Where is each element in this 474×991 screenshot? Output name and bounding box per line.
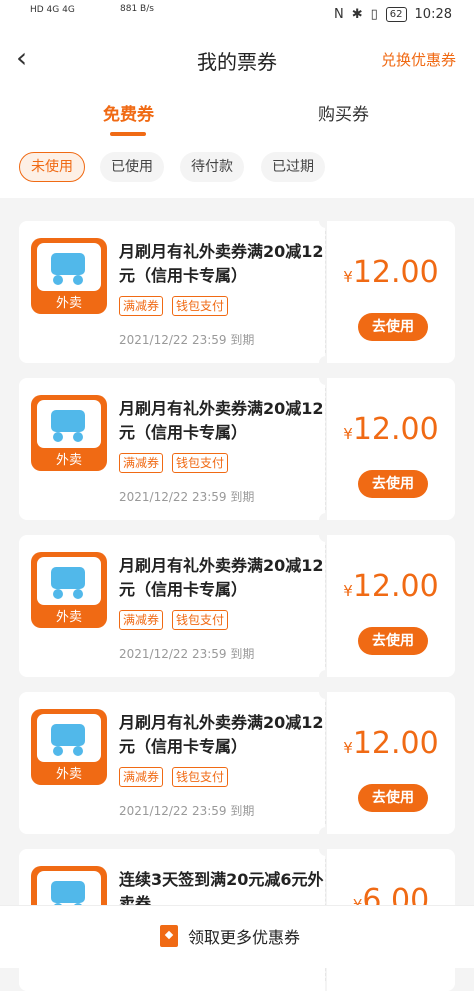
coupon-card[interactable]: 外卖 月刷月有礼外卖券满20减12元（信用卡专属） 满减券 钱包支付 2021/… — [19, 371, 455, 527]
nfc-icon: N — [334, 7, 344, 22]
filter-pending-payment[interactable]: 待付款 — [180, 152, 244, 182]
scooter-icon — [37, 557, 101, 605]
logo-label: 外卖 — [55, 453, 82, 468]
coupon-expiry: 2021/12/22 23:59 到期 — [119, 647, 255, 661]
logo-label: 外卖 — [55, 767, 82, 782]
scooter-icon — [37, 400, 101, 448]
coupon-title: 月刷月有礼外卖券满20减12元（信用卡专属） — [119, 399, 324, 442]
use-coupon-button[interactable]: 去使用 — [358, 313, 428, 341]
ticket-divider — [325, 231, 326, 353]
takeout-logo-icon: 外卖 — [31, 238, 107, 314]
coupon-amount: ¥12.00 — [327, 412, 455, 447]
vibrate-icon: ▯ — [370, 7, 378, 22]
coupon-card[interactable]: 外卖 月刷月有礼外卖券满20减12元（信用卡专属） 满减券 钱包支付 2021/… — [19, 685, 455, 841]
amount-value: 12.00 — [352, 726, 439, 761]
coupon-expiry: 2021/12/22 23:59 到期 — [119, 333, 255, 347]
amount-value: 12.00 — [352, 569, 439, 604]
top-nav-bar: ‹ 我的票券 兑换优惠券 — [0, 32, 474, 90]
scooter-body — [51, 724, 85, 746]
get-more-coupons-button[interactable]: 领取更多优惠券 — [160, 924, 300, 948]
active-tab-indicator — [110, 132, 146, 136]
scooter-body — [51, 567, 85, 589]
coupon-tag: 满减券 — [119, 767, 164, 787]
filter-unused[interactable]: 未使用 — [19, 152, 85, 182]
signal-indicators: HD 4G 4G — [30, 5, 75, 15]
ticket-divider — [325, 545, 326, 667]
network-speed: 881 B/s — [120, 4, 154, 14]
coupon-main: 外卖 月刷月有礼外卖券满20减12元（信用卡专属） 满减券 钱包支付 2021/… — [19, 378, 325, 520]
scooter-wheel — [53, 589, 63, 599]
coupon-value-panel: ¥12.00 去使用 — [327, 692, 455, 834]
use-coupon-button[interactable]: 去使用 — [358, 470, 428, 498]
scooter-wheel — [73, 746, 83, 756]
clock: 10:28 — [414, 7, 452, 22]
coupon-expiry: 2021/12/22 23:59 到期 — [119, 490, 255, 504]
tab-free-coupons[interactable]: 免费券 — [103, 100, 154, 125]
logo-label: 外卖 — [55, 610, 82, 625]
status-right: N ✱ ▯ 62 10:28 — [334, 7, 452, 22]
battery-indicator: 62 — [385, 7, 407, 22]
get-more-coupons-bar[interactable]: 领取更多优惠券 — [0, 905, 474, 968]
coupon-tag: 钱包支付 — [172, 453, 229, 473]
coupon-main: 外卖 月刷月有礼外卖券满20减12元（信用卡专属） 满减券 钱包支付 2021/… — [19, 221, 325, 363]
ticket-divider — [325, 702, 326, 824]
currency-symbol: ¥ — [343, 739, 353, 757]
coupon-title: 月刷月有礼外卖券满20减12元（信用卡专属） — [119, 713, 324, 756]
currency-symbol: ¥ — [343, 582, 353, 600]
scooter-wheel — [73, 275, 83, 285]
coupon-expiry: 2021/12/22 23:59 到期 — [119, 804, 255, 818]
ticket-divider — [325, 388, 326, 510]
status-bar: HD 4G 4G 881 B/s N ✱ ▯ 62 10:28 — [0, 0, 474, 32]
coupon-title: 月刷月有礼外卖券满20减12元（信用卡专属） — [119, 556, 324, 599]
coupon-amount: ¥12.00 — [327, 726, 455, 761]
scooter-wheel — [53, 746, 63, 756]
filter-used[interactable]: 已使用 — [100, 152, 164, 182]
coupon-title: 月刷月有礼外卖券满20减12元（信用卡专属） — [119, 242, 324, 285]
use-coupon-button[interactable]: 去使用 — [358, 784, 428, 812]
amount-value: 12.00 — [352, 412, 439, 447]
coupon-tag: 满减券 — [119, 296, 164, 316]
scooter-body — [51, 881, 85, 903]
coupon-amount: ¥12.00 — [327, 255, 455, 290]
exchange-coupon-link[interactable]: 兑换优惠券 — [381, 49, 456, 70]
takeout-logo-icon: 外卖 — [31, 552, 107, 628]
bluetooth-icon: ✱ — [351, 7, 363, 22]
scooter-wheel — [73, 432, 83, 442]
coupon-tag: 钱包支付 — [172, 296, 229, 316]
coupon-tag: 满减券 — [119, 610, 164, 630]
filter-expired[interactable]: 已过期 — [261, 152, 325, 182]
coupon-main: 外卖 月刷月有礼外卖券满20减12元（信用卡专属） 满减券 钱包支付 2021/… — [19, 535, 325, 677]
use-coupon-button[interactable]: 去使用 — [358, 627, 428, 655]
takeout-logo-icon: 外卖 — [31, 709, 107, 785]
coupon-card[interactable]: 外卖 月刷月有礼外卖券满20减12元（信用卡专属） 满减券 钱包支付 2021/… — [19, 528, 455, 684]
signal-text: HD 4G 4G — [30, 5, 75, 15]
coupon-main: 外卖 月刷月有礼外卖券满20减12元（信用卡专属） 满减券 钱包支付 2021/… — [19, 692, 325, 834]
tab-purchased-coupons[interactable]: 购买券 — [318, 100, 369, 125]
scooter-wheel — [53, 432, 63, 442]
ticket-icon — [160, 925, 178, 947]
takeout-logo-icon: 外卖 — [31, 395, 107, 471]
coupon-value-panel: ¥12.00 去使用 — [327, 535, 455, 677]
scooter-body — [51, 253, 85, 275]
coupon-tag: 满减券 — [119, 453, 164, 473]
scooter-wheel — [53, 275, 63, 285]
scooter-body — [51, 410, 85, 432]
coupon-card[interactable]: 外卖 月刷月有礼外卖券满20减12元（信用卡专属） 满减券 钱包支付 2021/… — [19, 214, 455, 370]
coupon-tag: 钱包支付 — [172, 610, 229, 630]
coupon-tabs: 免费券 购买券 — [0, 90, 474, 140]
coupon-value-panel: ¥12.00 去使用 — [327, 221, 455, 363]
status-filter-bar: 未使用 已使用 待付款 已过期 — [0, 140, 474, 198]
currency-symbol: ¥ — [343, 268, 353, 286]
coupon-value-panel: ¥12.00 去使用 — [327, 378, 455, 520]
currency-symbol: ¥ — [343, 425, 353, 443]
coupon-tag: 钱包支付 — [172, 767, 229, 787]
logo-label: 外卖 — [55, 296, 82, 311]
coupon-amount: ¥12.00 — [327, 569, 455, 604]
scooter-icon — [37, 243, 101, 291]
scooter-icon — [37, 714, 101, 762]
amount-value: 12.00 — [352, 255, 439, 290]
get-more-coupons-label: 领取更多优惠券 — [188, 928, 301, 947]
scooter-wheel — [73, 589, 83, 599]
